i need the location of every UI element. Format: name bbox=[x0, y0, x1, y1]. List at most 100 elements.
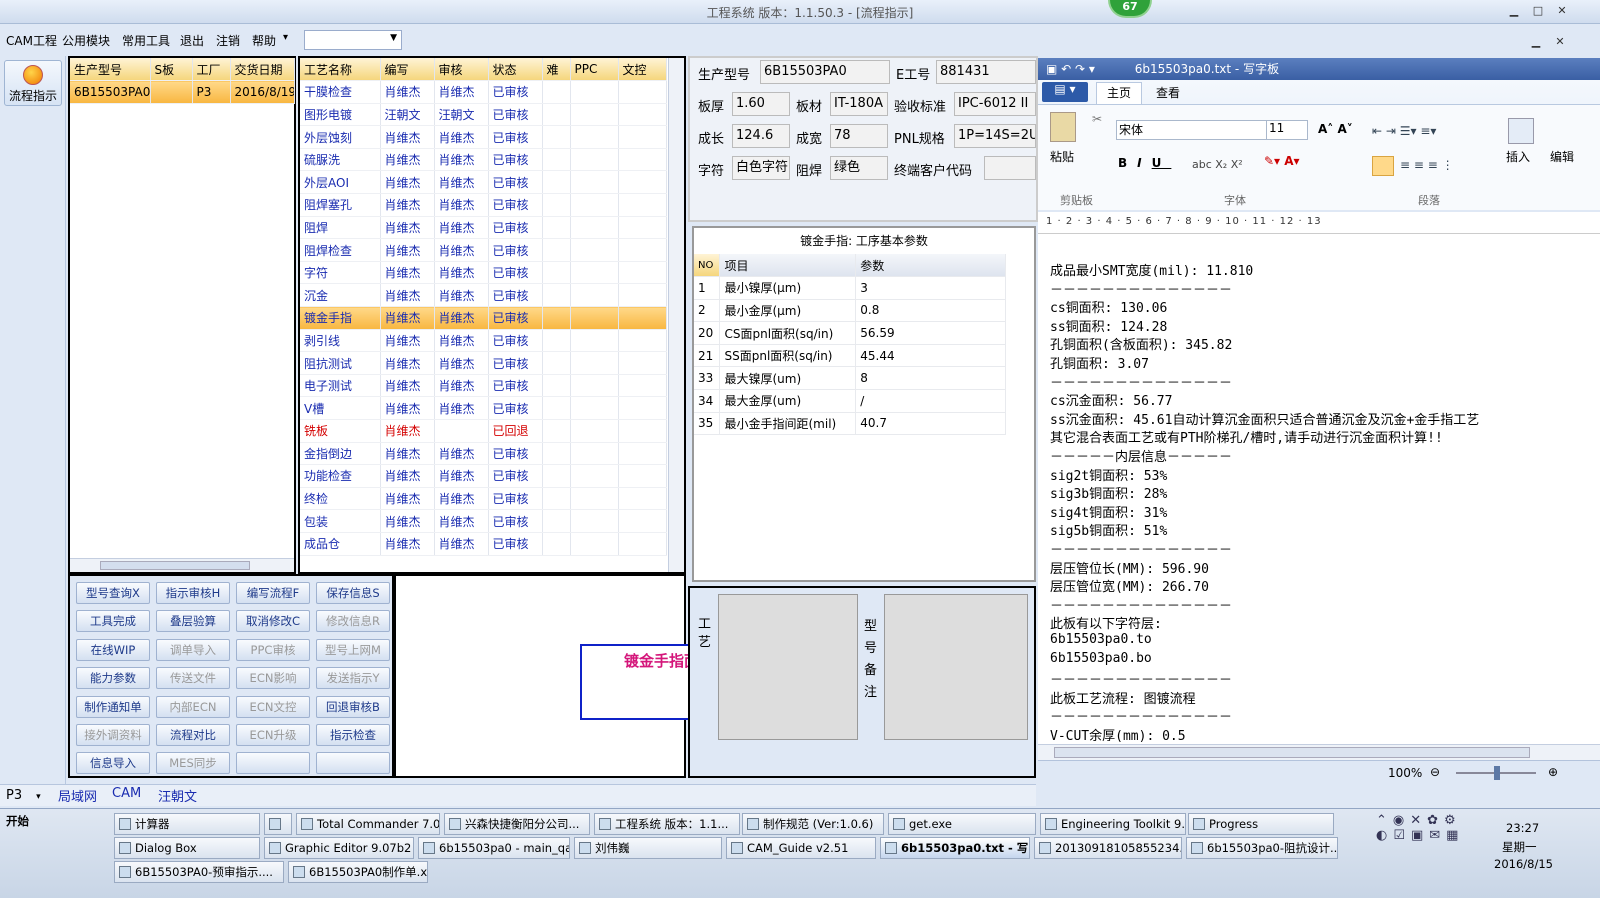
taskbar-button[interactable]: get.exe bbox=[888, 813, 1036, 835]
table-row[interactable]: 硫脲洗 肖维杰 肖维杰 已审核 bbox=[300, 148, 667, 172]
menu-common-tools[interactable]: 常用工具 bbox=[122, 32, 170, 49]
module-combo[interactable]: ▼ bbox=[304, 30, 402, 50]
table-row[interactable]: 图形电镀 汪朝文 汪朝文 已审核 bbox=[300, 103, 667, 127]
table-row[interactable]: 33 最大镍厚(um) 8 bbox=[694, 366, 1006, 391]
taskbar-button[interactable]: 20130918105855234.rt... bbox=[1034, 837, 1182, 859]
pnl-field[interactable]: 1P=14S=2U bbox=[954, 124, 1036, 148]
table-row[interactable]: 阻焊 肖维杰 肖维杰 已审核 bbox=[300, 216, 667, 240]
action-button[interactable]: 制作通知单 bbox=[76, 695, 150, 718]
table-row[interactable]: 干膜检查 肖维杰 肖维杰 已审核 bbox=[300, 80, 667, 104]
grow-font-icon[interactable]: A˄ A˅ bbox=[1318, 122, 1353, 136]
wordpad-quickaccess-icon[interactable]: ▣ ↶ ↷ ▾ bbox=[1046, 62, 1095, 76]
orders-hscrollbar[interactable] bbox=[70, 558, 294, 572]
taskbar-button[interactable]: 计算器 bbox=[114, 813, 260, 835]
taskbar-button[interactable]: 6b15503pa0 - main_qa bbox=[418, 837, 570, 859]
action-button[interactable]: ECN影响 bbox=[236, 667, 310, 690]
strike-sub-sup-icons[interactable]: abc X₂ X² bbox=[1192, 158, 1243, 171]
mat-field[interactable]: IT-180A bbox=[830, 92, 888, 116]
action-button[interactable]: 内部ECN bbox=[156, 695, 230, 718]
mask-field[interactable]: 绿色 bbox=[830, 156, 888, 180]
taskbar-button[interactable]: 刘伟巍 bbox=[574, 837, 722, 859]
action-button[interactable]: 信息导入 bbox=[76, 752, 150, 775]
minimize-button[interactable]: ▁ bbox=[1504, 3, 1524, 19]
help-dropdown-icon[interactable]: ▾ bbox=[283, 32, 288, 43]
taskbar-button[interactable]: CAM_Guide v2.51 bbox=[726, 837, 876, 859]
wordpad-hscrollbar[interactable] bbox=[1038, 744, 1600, 760]
table-row[interactable]: 字符 肖维杰 肖维杰 已审核 bbox=[300, 261, 667, 285]
orders-header[interactable]: 生产型号 bbox=[70, 58, 151, 82]
thick-field[interactable]: 1.60 bbox=[732, 92, 790, 116]
taskbar-button[interactable]: Engineering Toolkit 9.0... bbox=[1040, 813, 1186, 835]
font-name-select[interactable]: 宋体 bbox=[1116, 120, 1282, 140]
table-row[interactable]: 2 最小金厚(μm) 0.8 bbox=[694, 299, 1006, 323]
process-note-box[interactable] bbox=[718, 594, 858, 740]
insert-label[interactable]: 插入 bbox=[1506, 148, 1530, 165]
process-header[interactable]: 编写 bbox=[380, 58, 435, 82]
action-button[interactable]: 型号上网M bbox=[316, 638, 390, 661]
action-button[interactable]: 编写流程F bbox=[236, 582, 310, 604]
table-row[interactable]: 20 CS面pnl面积(sq/in) 56.59 bbox=[694, 321, 1006, 345]
process-header[interactable]: 文控 bbox=[618, 58, 667, 82]
action-button[interactable] bbox=[236, 752, 310, 775]
table-row[interactable]: 阻焊检查 肖维杰 肖维杰 已审核 bbox=[300, 238, 667, 262]
scroll-thumb[interactable] bbox=[1054, 747, 1530, 758]
table-row[interactable]: 1 最小镍厚(μm) 3 bbox=[694, 276, 1006, 300]
taskbar-button[interactable]: 6b15503pa0.txt - 写... bbox=[880, 837, 1030, 859]
mdi-minimize-button[interactable]: ▁ bbox=[1526, 34, 1546, 50]
action-button[interactable]: PPC审核 bbox=[236, 638, 310, 661]
table-row[interactable]: 阻焊塞孔 肖维杰 肖维杰 已审核 bbox=[300, 193, 667, 217]
table-row[interactable]: 阻抗测试 肖维杰 肖维杰 已审核 bbox=[300, 351, 667, 375]
zoom-out-icon[interactable]: ⊖ bbox=[1430, 765, 1440, 779]
table-row[interactable]: 电子测试 肖维杰 肖维杰 已审核 bbox=[300, 374, 667, 398]
action-button[interactable]: 调单导入 bbox=[156, 638, 230, 661]
table-row[interactable]: 剥引线 肖维杰 肖维杰 已审核 bbox=[300, 329, 667, 353]
action-button[interactable]: 指示审核H bbox=[156, 582, 230, 604]
zoom-slider-thumb[interactable] bbox=[1494, 766, 1500, 780]
taskbar-button[interactable]: 6B15503PA0-预审指示.... bbox=[114, 861, 284, 883]
action-button[interactable]: 取消修改C bbox=[236, 610, 310, 633]
align-icons[interactable]: ≡ ≡ ≡ ⋮ bbox=[1400, 158, 1454, 172]
taskbar-button[interactable]: Total Commander 7.0 ... bbox=[296, 813, 440, 835]
action-button[interactable]: 在线WIP bbox=[76, 638, 150, 661]
action-button[interactable]: 型号查询X bbox=[76, 582, 150, 604]
process-header[interactable]: 状态 bbox=[488, 58, 543, 82]
table-row[interactable]: 外层AOI 肖维杰 肖维杰 已审核 bbox=[300, 170, 667, 195]
model-field[interactable]: 6B15503PA0 bbox=[760, 60, 890, 84]
params-header[interactable]: 参数 bbox=[855, 254, 1006, 278]
scroll-thumb[interactable] bbox=[100, 561, 250, 570]
table-row[interactable]: 21 SS面pnl面积(sq/in) 45.44 bbox=[694, 344, 1006, 368]
process-header[interactable]: PPC bbox=[570, 58, 619, 82]
action-button[interactable]: 工具完成 bbox=[76, 610, 150, 633]
action-button[interactable]: ECN升级 bbox=[236, 724, 310, 746]
taskbar-button[interactable]: 兴森快捷衡阳分公司... bbox=[444, 813, 590, 835]
paste-label[interactable]: 粘贴 bbox=[1050, 148, 1074, 165]
action-button[interactable]: 修改信息R bbox=[316, 610, 390, 633]
process-vscrollbar[interactable] bbox=[668, 58, 684, 572]
taskbar-button[interactable] bbox=[264, 813, 292, 835]
taskbar-button[interactable]: 工程系统 版本：1.1... bbox=[594, 813, 740, 835]
wordpad-document[interactable]: 成品最小SMT宽度(mil): 11.810 －－－－－－－－－－－－－－ cs铜面… bbox=[1038, 234, 1600, 744]
orders-header[interactable]: S板 bbox=[150, 58, 193, 82]
file-menu-button[interactable]: ▤ ▾ bbox=[1042, 82, 1088, 102]
params-header[interactable]: NO bbox=[694, 254, 721, 278]
action-button[interactable]: 传送文件 bbox=[156, 667, 230, 690]
menu-common-modules[interactable]: 公用模块 bbox=[62, 32, 110, 49]
params-header[interactable]: 项目 bbox=[719, 254, 857, 278]
taskbar-button[interactable]: Graphic Editor 9.07b2 (... bbox=[264, 837, 414, 859]
table-row[interactable]: 35 最小金手指间距(mil) 40.7 bbox=[694, 412, 1006, 436]
flow-indicator-button[interactable]: 流程指示 bbox=[4, 60, 62, 106]
action-button[interactable] bbox=[316, 752, 390, 775]
mdi-close-button[interactable]: ✕ bbox=[1550, 34, 1570, 50]
action-button[interactable]: 接外调资料 bbox=[76, 724, 150, 746]
menu-exit[interactable]: 退出 bbox=[180, 32, 204, 49]
len-field[interactable]: 124.6 bbox=[732, 124, 790, 148]
table-row[interactable]: 6B15503PA0 P3 2016/8/19 bbox=[70, 80, 295, 104]
zoom-in-icon[interactable]: ⊕ bbox=[1548, 765, 1558, 779]
table-row[interactable]: 金指倒边 肖维杰 肖维杰 已审核 bbox=[300, 442, 667, 466]
table-row[interactable]: 沉金 肖维杰 肖维杰 已审核 bbox=[300, 283, 667, 308]
list-indent-icons[interactable]: ⇤ ⇥ ☰▾ ≡▾ bbox=[1372, 124, 1436, 138]
action-button[interactable]: 能力参数 bbox=[76, 667, 150, 690]
table-row[interactable]: 34 最大金厚(um) / bbox=[694, 389, 1006, 413]
char-field[interactable]: 白色字符 bbox=[732, 156, 790, 180]
font-size-select[interactable]: 11 bbox=[1266, 120, 1308, 140]
